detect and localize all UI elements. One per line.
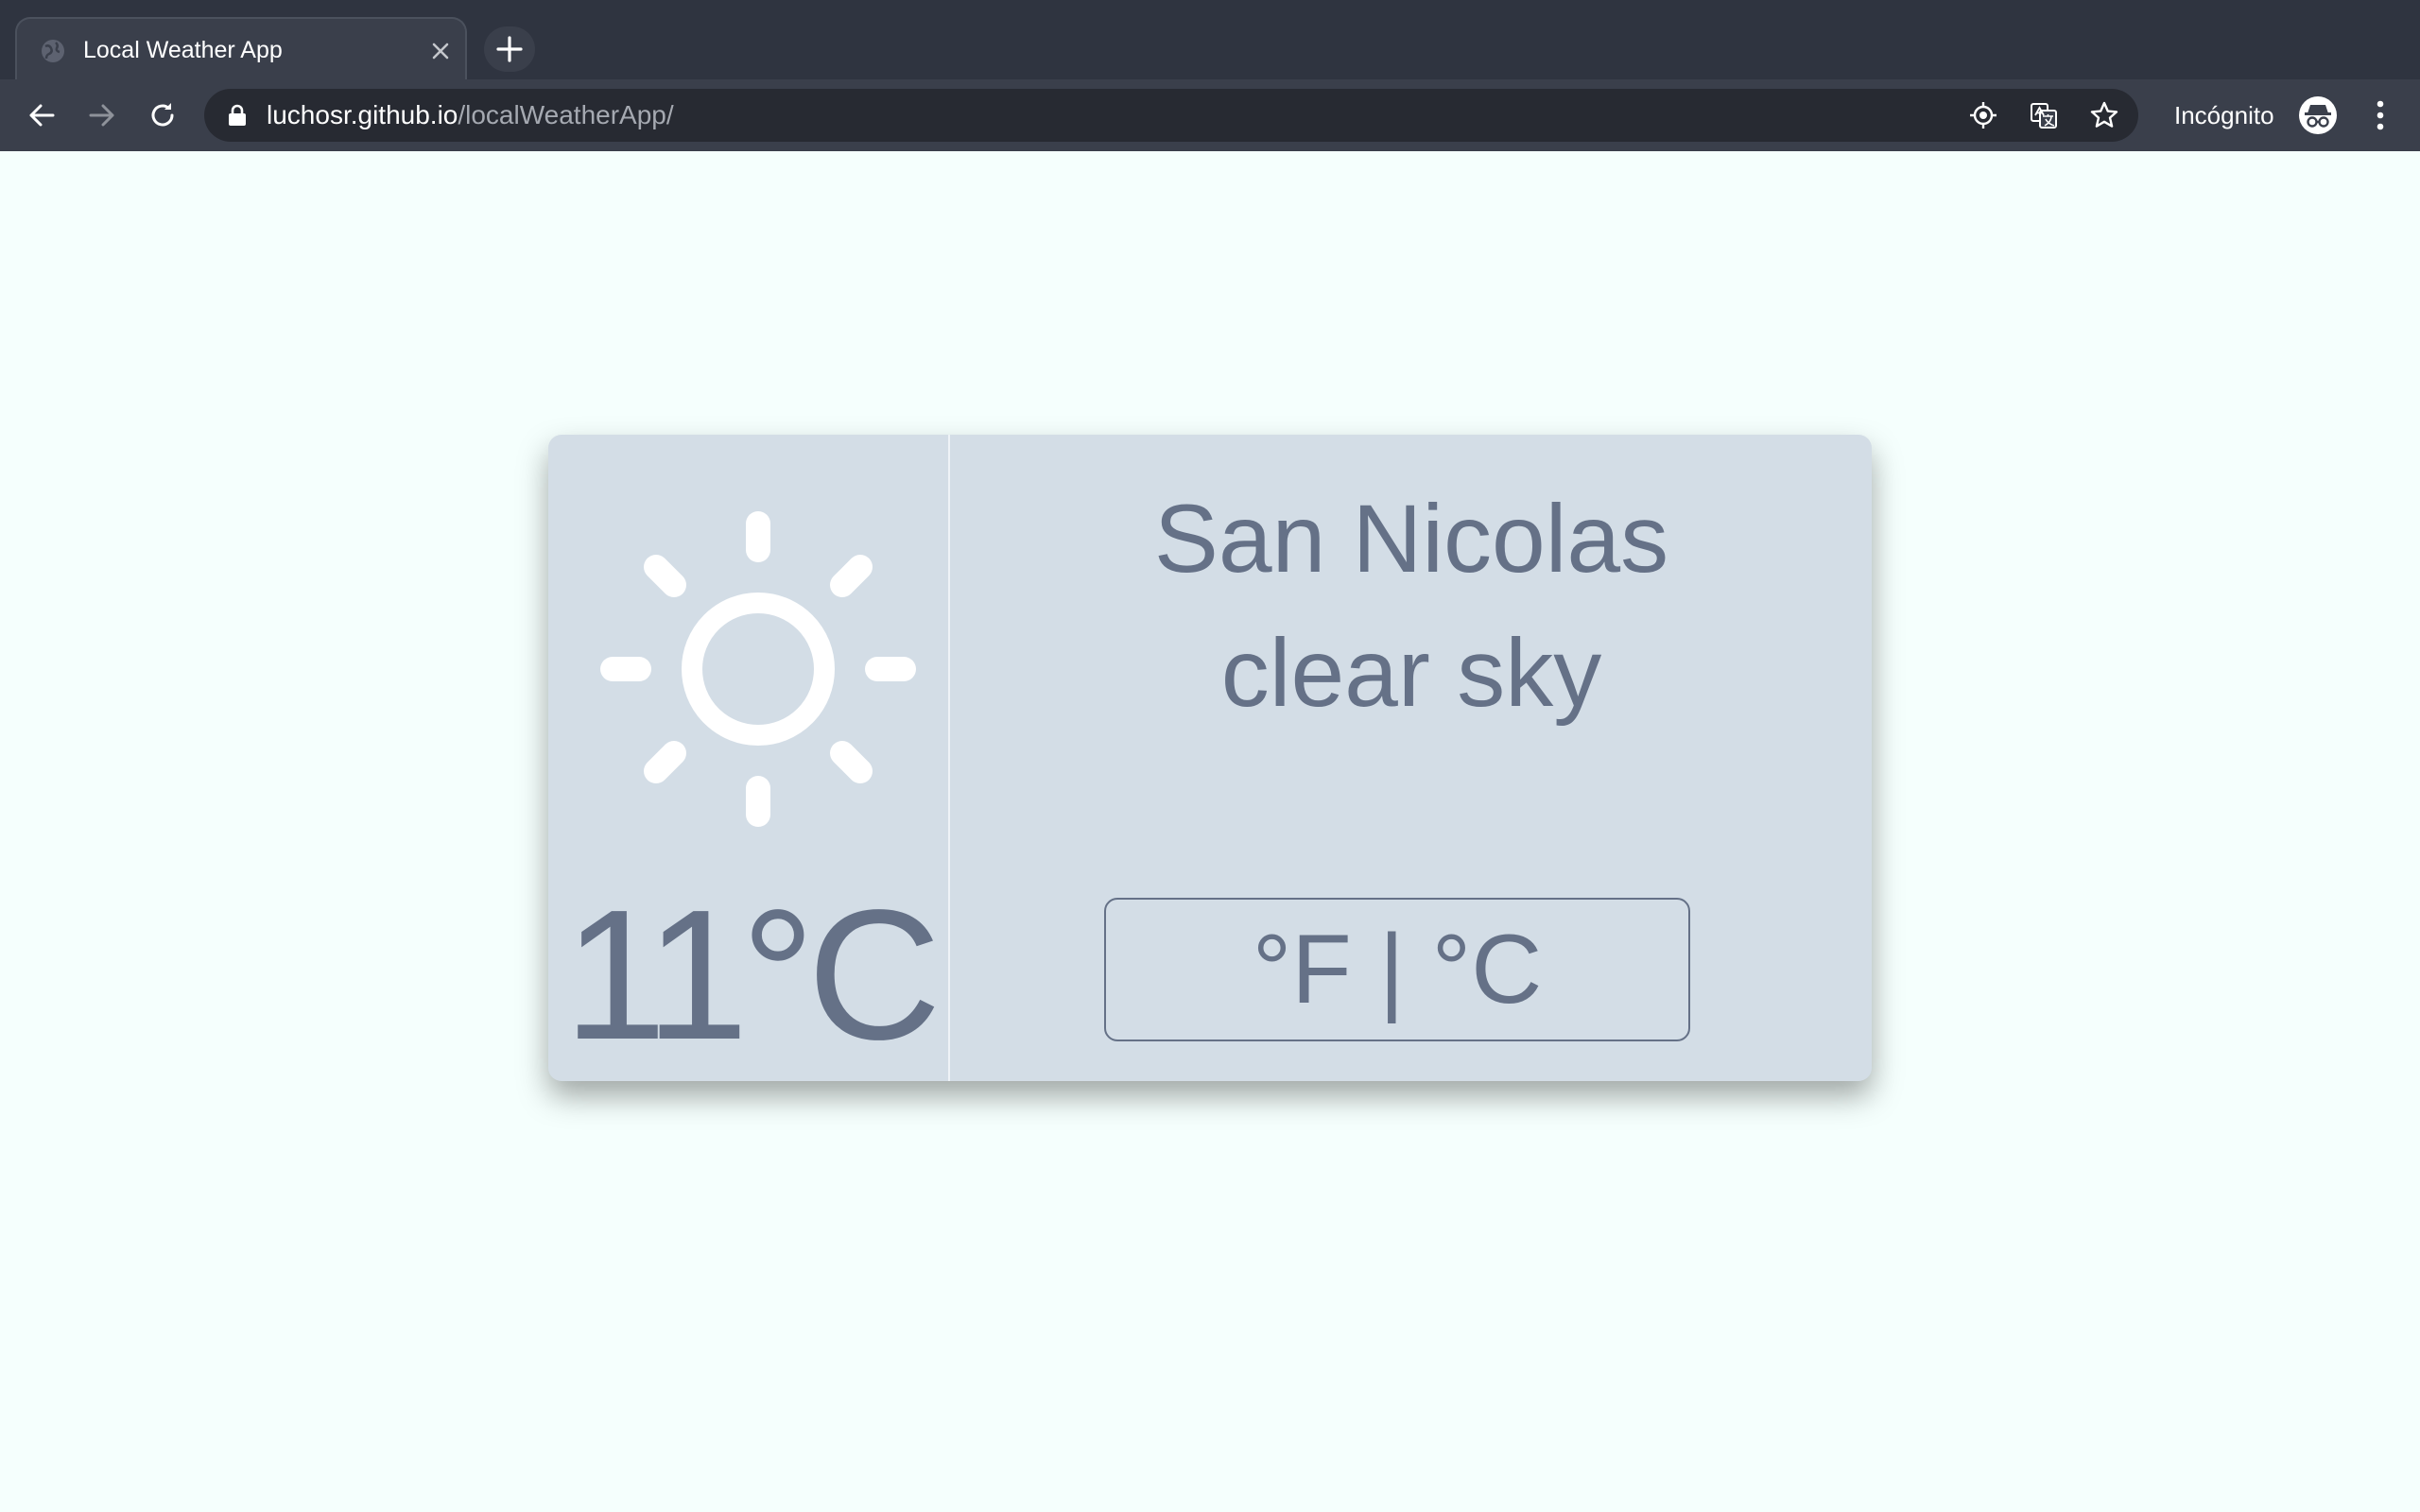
reload-icon[interactable] <box>146 98 180 132</box>
temperature-reading: 11°C <box>563 871 941 1078</box>
profile-avatar[interactable] <box>2299 96 2337 134</box>
url-path: /localWeatherApp/ <box>458 100 674 129</box>
weather-condition: clear sky <box>1220 619 1602 727</box>
lock-icon[interactable] <box>227 104 248 127</box>
close-icon[interactable] <box>427 38 454 64</box>
url-host: luchosr.github.io <box>267 100 458 129</box>
location-target-icon[interactable] <box>1968 100 1998 130</box>
url-text[interactable]: luchosr.github.io/localWeatherApp/ <box>267 98 674 132</box>
card-divider <box>948 435 950 1081</box>
globe-icon <box>42 40 64 62</box>
address-bar[interactable]: luchosr.github.io/localWeatherApp/ <box>204 89 2138 142</box>
arrow-right-icon[interactable] <box>85 98 119 132</box>
browser-tab[interactable]: Local Weather App <box>15 17 467 79</box>
browser-toolbar: luchosr.github.io/localWeatherApp/ Incóg… <box>0 79 2420 151</box>
weather-card: 11°C San Nicolas clear sky °F | °C <box>548 435 1872 1081</box>
profile-label[interactable]: Incógnito <box>2174 98 2274 132</box>
tab-strip: Local Weather App <box>0 0 2420 79</box>
incognito-icon <box>2305 105 2331 128</box>
arrow-left-icon[interactable] <box>25 98 59 132</box>
sun-icon <box>600 511 916 827</box>
star-icon[interactable] <box>2089 100 2119 130</box>
tab-title: Local Weather App <box>83 37 283 63</box>
kebab-menu-icon[interactable] <box>2363 96 2397 134</box>
unit-toggle-button[interactable]: °F | °C <box>1104 898 1690 1041</box>
plus-icon <box>496 36 523 62</box>
new-tab-button[interactable] <box>484 26 535 72</box>
translate-icon[interactable] <box>2029 100 2059 130</box>
city-name: San Nicolas <box>1153 485 1669 593</box>
